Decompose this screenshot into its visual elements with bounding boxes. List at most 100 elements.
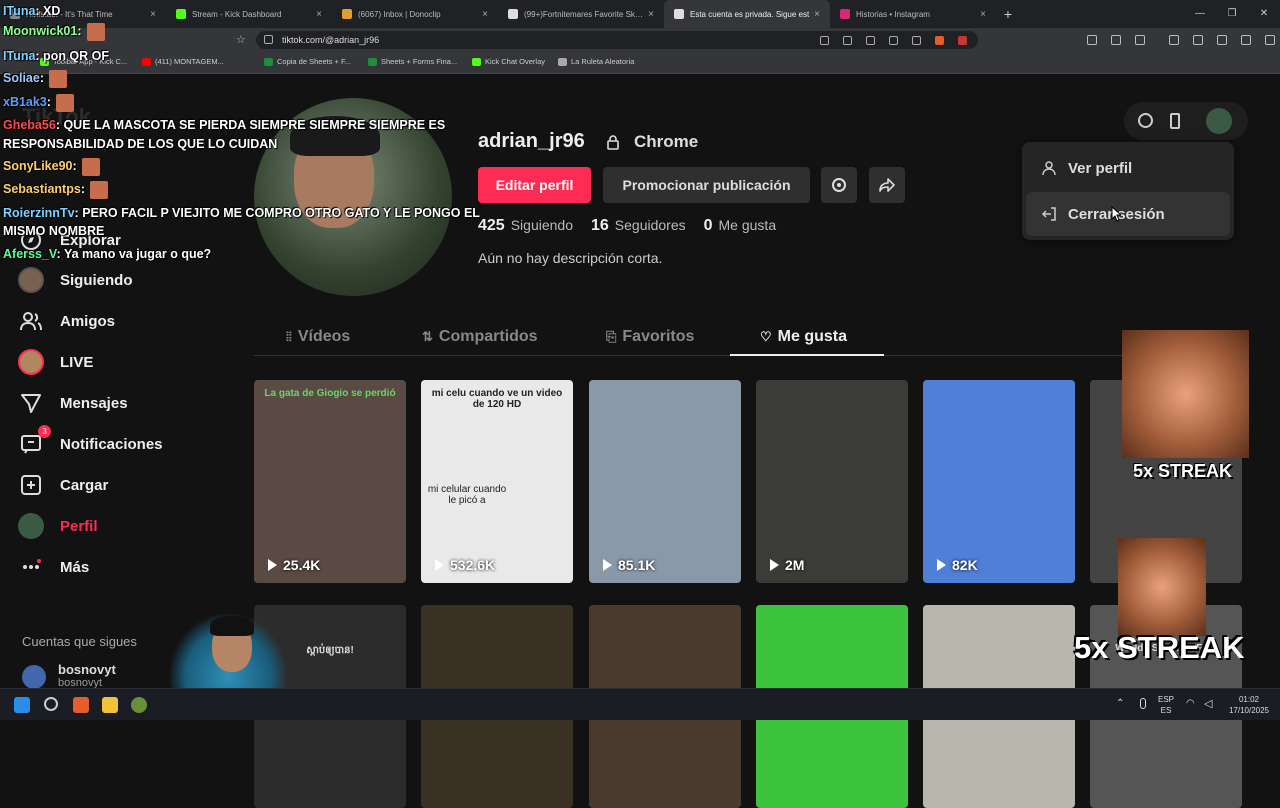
friends-icon <box>18 308 44 334</box>
chat-text: Ya mano va jugar o que? <box>63 247 212 261</box>
device-icon[interactable] <box>1170 113 1180 129</box>
region-code: ES <box>1160 706 1172 715</box>
screen-icon[interactable] <box>843 35 852 45</box>
volume-icon[interactable]: ◁ <box>1204 697 1212 710</box>
sidebar-item-notificaciones[interactable]: 3 Notificaciones <box>18 425 238 462</box>
more-dots-icon <box>18 554 44 580</box>
brave-shield-icon[interactable] <box>935 35 944 45</box>
restore-icon[interactable]: ❐ <box>1216 0 1248 28</box>
url-action-icons <box>820 28 967 52</box>
new-tab-icon[interactable]: + <box>996 6 1020 22</box>
windows-start-icon[interactable] <box>14 697 30 713</box>
sidebar-item-perfil[interactable]: Perfil <box>18 508 238 544</box>
tab-label: Me gusta <box>777 328 847 345</box>
tab-close-icon[interactable]: × <box>814 9 820 20</box>
promote-post-button[interactable]: Promocionar publicación <box>603 167 810 203</box>
chat-message: ITuna: pon QR OF <box>3 47 109 65</box>
video-thumbnail[interactable]: mi celu cuando ve un video de 120 HD mi c… <box>421 380 573 583</box>
chat-username: SonyLike90 <box>3 159 73 173</box>
settings-button[interactable] <box>821 167 857 203</box>
inbox-icon: 3 <box>18 425 51 457</box>
menu-icon[interactable] <box>1265 35 1275 45</box>
extension-icon-2[interactable] <box>1111 35 1121 45</box>
wifi-icon[interactable]: ◠ <box>1186 698 1195 709</box>
tray-up-icon[interactable]: ⌃ <box>1116 698 1124 709</box>
active-tab-underline <box>730 354 884 356</box>
tab-close-icon[interactable]: × <box>648 9 654 20</box>
sidebar-item-mensajes[interactable]: Mensajes <box>18 385 238 421</box>
chat-message: Moonwick01: <box>3 22 105 41</box>
chat-message: Gheba56: QUE LA MASCOTA SE PIERDA SIEMPR… <box>3 116 445 134</box>
extension-icons <box>1087 28 1275 52</box>
media-icon[interactable] <box>1169 35 1179 45</box>
user-avatar[interactable] <box>1206 108 1232 134</box>
extension-icon-1[interactable] <box>1087 35 1097 45</box>
file-explorer-icon[interactable] <box>102 697 118 713</box>
video-thumbnail[interactable]: 85.1K <box>589 380 741 583</box>
tab-title: (99+)Fortnitemares Favorite Skin Rev <box>524 9 644 19</box>
app-icon[interactable] <box>131 697 147 713</box>
chat-colon: : <box>35 49 44 63</box>
wallet-icon[interactable] <box>1217 35 1227 45</box>
bookmark-item[interactable]: La Ruleta Aleatoria <box>558 57 634 66</box>
tab-vdeos[interactable]: ⦙⦙ Vídeos <box>286 328 350 346</box>
zoom-icon[interactable] <box>889 35 898 45</box>
logout-menu-item[interactable]: Cerrar sesión <box>1026 192 1230 236</box>
rewards-icon[interactable] <box>958 35 967 45</box>
browser-tab[interactable]: Esta cuenta es privada. Sigue est × <box>664 0 830 28</box>
sidebar-icon[interactable] <box>1193 35 1203 45</box>
view-profile-menu-item[interactable]: Ver perfil <box>1026 146 1230 190</box>
coins-icon[interactable] <box>1138 113 1153 128</box>
video-thumbnail[interactable]: 2M <box>756 380 908 583</box>
person-icon <box>1040 159 1058 177</box>
windows-taskbar: ⌃ ESP ES ◠ ◁ 01:02 17/10/2025 <box>0 688 1280 720</box>
clock-time: 01:02 <box>1238 695 1260 704</box>
video-view-count: 85.1K <box>603 557 655 573</box>
video-thumbnail[interactable]: La gata de Giogio se perdió 25.4K <box>254 380 406 583</box>
share-icon[interactable] <box>912 35 921 45</box>
profile-stats: 425 Siguiendo 16 Seguidores 0 Me gusta <box>478 217 776 235</box>
clock[interactable]: 01:02 17/10/2025 <box>1226 694 1272 716</box>
sidebar-item-live[interactable]: LIVE <box>18 344 238 380</box>
minimize-icon[interactable]: — <box>1184 0 1216 28</box>
sidebar-item-ms[interactable]: Más <box>18 549 238 585</box>
browser-tab[interactable]: (99+)Fortnitemares Favorite Skin Rev × <box>498 0 664 28</box>
close-icon[interactable]: ✕ <box>1248 0 1280 28</box>
gear-icon <box>832 178 846 192</box>
mic-icon[interactable] <box>1140 698 1146 709</box>
sidebar-item-amigos[interactable]: Amigos <box>18 303 238 339</box>
video-thumbnail[interactable]: 82K <box>923 380 1075 583</box>
chat-message: SonyLike90: <box>3 157 101 176</box>
tab-title: Historias • Instagram <box>856 9 930 19</box>
share-profile-button[interactable] <box>869 167 905 203</box>
plus-square-icon <box>18 472 44 498</box>
tab-favoritos[interactable]: ⎘ Favoritos <box>606 328 694 346</box>
video-view-count: 532.6K <box>435 557 495 573</box>
sidebar-item-label: Más <box>60 558 90 576</box>
tracking-icon[interactable] <box>820 35 829 45</box>
search-icon[interactable] <box>44 697 58 711</box>
browser-tab[interactable]: Historias • Instagram × <box>830 0 996 28</box>
vpn-icon[interactable] <box>1241 35 1251 45</box>
streak-label-large: 5x STREAK <box>1074 630 1245 665</box>
profile-display-name: Chrome <box>634 132 699 151</box>
avatar <box>22 665 46 689</box>
sidebar-item-label: Cargar <box>60 476 109 494</box>
chat-colon: : <box>35 4 44 18</box>
followers-stat[interactable]: 16 Seguidores <box>591 217 686 235</box>
extension-icon-3[interactable] <box>1135 35 1145 45</box>
translate-icon[interactable] <box>866 35 875 45</box>
repost-icon: ⇅ <box>422 329 433 344</box>
tab-megusta[interactable]: ♡ Me gusta <box>760 328 847 346</box>
video-caption: mi celu cuando ve un video de 120 HD <box>431 388 563 410</box>
chat-username: Moonwick01 <box>3 24 78 38</box>
bookmark-icon: ⎘ <box>606 329 617 344</box>
chat-colon: : <box>46 95 55 109</box>
brave-browser-icon[interactable] <box>73 697 89 713</box>
tab-compartidos[interactable]: ⇅ Compartidos <box>422 328 538 346</box>
language-indicator[interactable]: ESP ES <box>1158 694 1174 716</box>
sidebar-item-cargar[interactable]: Cargar <box>18 467 238 503</box>
tab-close-icon[interactable]: × <box>980 9 986 20</box>
following-account[interactable]: bosnovyt bosnovyt <box>22 662 116 689</box>
video-view-count: 2M <box>770 557 804 573</box>
